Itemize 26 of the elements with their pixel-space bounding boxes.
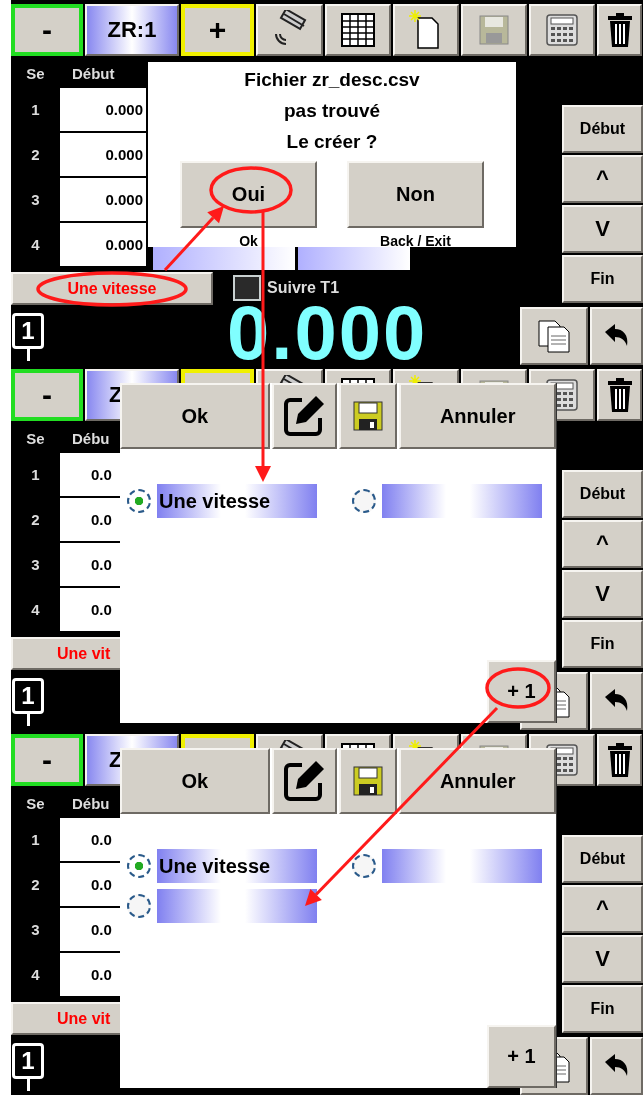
row-number: 1 — [30, 465, 41, 485]
row-number: 2 — [30, 510, 41, 530]
row-number: 1 — [30, 830, 41, 850]
column-header: Débu — [71, 794, 110, 812]
column-header: Début — [71, 64, 115, 82]
column-header: Se — [25, 64, 46, 82]
button-caption: Back / Exit — [380, 233, 451, 249]
dialog-message: pas trouvé — [283, 99, 381, 123]
channel-indicator: 1 — [12, 678, 44, 726]
row-number: 3 — [30, 920, 41, 940]
channel-indicator: 1 — [12, 1043, 44, 1091]
row-number: 4 — [30, 235, 41, 255]
row-number: 4 — [30, 600, 41, 620]
column-header: Se — [25, 794, 46, 812]
column-header: Se — [25, 429, 46, 447]
dialog-message: Le créer ? — [286, 130, 378, 154]
row-number: 1 — [30, 100, 41, 120]
row-number: 4 — [30, 965, 41, 985]
row-number: 3 — [30, 190, 41, 210]
row-number: 2 — [30, 145, 41, 165]
row-number: 3 — [30, 555, 41, 575]
button-caption: Ok — [239, 233, 258, 249]
dialog-message: Fichier zr_desc.csv — [244, 68, 420, 92]
column-header: Débu — [71, 429, 110, 447]
row-number: 2 — [30, 875, 41, 895]
channel-indicator: 1 — [12, 313, 44, 361]
